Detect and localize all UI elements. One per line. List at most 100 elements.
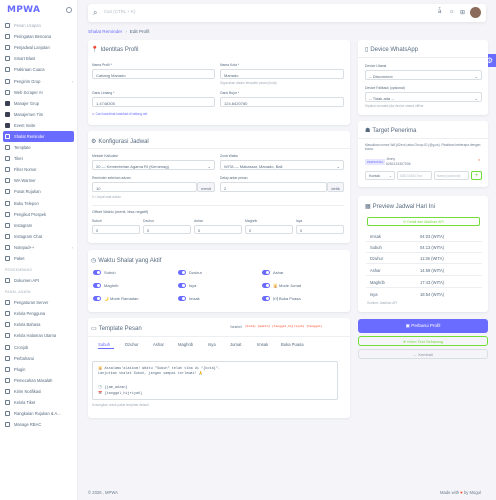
offset-input-subuh[interactable]: 0 [92,225,140,234]
tab-dzuhur[interactable]: Dzuhur [125,342,139,347]
toggle-isya[interactable] [178,283,186,288]
sidebar-item[interactable]: Pengaturan Server [0,297,77,308]
offset-input-maghrib[interactable]: 0 [245,225,293,234]
tab-isya[interactable]: Isya [208,342,216,347]
device-fallback-select[interactable]: -- Tidak ada -- ⌄ [365,92,482,102]
nama-profil-input[interactable]: Cabang Manado [92,69,215,79]
sidebar-item-label: Paket [14,256,25,262]
template-line-2: Lanjutkan shalat Subuh, jangan sampai te… [98,372,204,376]
sidebar-item[interactable]: Pusat Rujukan [0,186,77,197]
toggle-buka-puasa[interactable] [262,296,270,301]
sidebar-item[interactable]: Notepad++ › [0,242,77,253]
preview-divider [366,263,482,264]
shortcuts-icon[interactable]: ⊞ [460,9,465,16]
sidebar-item[interactable]: Rangkaian Rujukan & A... [0,408,77,419]
preview-time: 04:03 (WITA) [420,234,445,239]
sidebar-collapse-icon[interactable] [66,7,72,13]
bujur-input[interactable]: 124.8420780 [220,97,344,107]
sidebar-item[interactable]: Kelola Bahasa [0,319,77,330]
sidebar-item[interactable]: Buku Telepon [0,198,77,209]
sidebar-item[interactable]: WA Warmer [0,175,77,186]
tab-jumat[interactable]: Jumat [230,342,241,347]
toggle-dzuhur[interactable] [178,270,186,275]
sidebar-item[interactable]: Cronjob [0,342,77,353]
tab-imsak[interactable]: Imsak [257,342,268,347]
zona-select[interactable]: WITA — Makassar, Manado, Bali ⌄ [220,160,344,170]
app-logo[interactable]: MPWA [7,5,40,15]
sidebar-item[interactable]: Pesan Ucapan [0,20,77,31]
sidebar-item[interactable]: Web Scraper AI [0,87,77,98]
tab-ashar[interactable]: Ashar [153,342,164,347]
koordinat-link[interactable]: ⊙ Cari koordinat kota/kab di latlong.net [92,112,147,116]
offset-input-ashar[interactable]: 0 [194,225,242,234]
search-input[interactable]: Cari (CTRL + K) [104,9,135,14]
target-number-input[interactable]: 6282134307xxx [397,171,432,180]
toggle-mode-jumat[interactable] [262,283,270,288]
sidebar-item[interactable]: Paket [0,253,77,264]
sidebar-item[interactable]: Instagram [0,220,77,231]
sidebar-item[interactable]: Kirim Notifikasi [0,386,77,397]
sidebar-item[interactable]: Dokumen API [0,275,77,286]
target-type-select[interactable]: Kontak ⌄ [365,171,395,180]
translate-icon[interactable]: ǡ [438,9,441,15]
offset-input-isya[interactable]: 0 [296,225,344,234]
sidebar-item[interactable]: Prakiraan Cuaca [0,64,77,75]
sidebar-item[interactable]: Instagram Chat [0,231,77,242]
sidebar-item[interactable]: Tiket [0,153,77,164]
sidebar-item[interactable]: Kelola Tiket [0,397,77,408]
sidebar-item[interactable]: Smart Blast [0,53,77,64]
sidebar-item[interactable]: Plugin [0,364,77,375]
sidebar-item[interactable]: Template [0,142,77,153]
sidebar-item[interactable]: Event Invite [0,120,77,131]
sidebar-item[interactable]: Pengikut Prospek [0,209,77,220]
menu-icon [5,244,10,250]
toggle-maghrib[interactable] [93,283,101,288]
back-button[interactable]: ← Kembali [358,349,488,359]
sidebar-item[interactable]: Shalat Reminder [3,130,74,143]
target-name-input[interactable]: Nama (opsional) [434,171,469,180]
sidebar-item[interactable]: Perbaharui [0,353,77,364]
search-icon[interactable]: ⌕ [93,8,97,18]
lintang-input[interactable]: 1.4748305 [92,97,215,107]
sidebar-item[interactable]: Peringatan Bencana [0,31,77,42]
menu-icon [5,56,10,62]
toggle-ashar[interactable] [262,270,270,275]
sidebar-item[interactable]: Manajer Grup [0,98,77,109]
toggle-imsak[interactable] [178,296,186,301]
chevron-down-icon: ⌄ [388,174,392,179]
sidebar-item[interactable]: Penjadwal Lanjutan [0,42,77,53]
nama-kota-input[interactable]: Manado [220,69,344,79]
offset-input-dzuhur[interactable]: 0 [143,225,191,234]
remove-contact-icon[interactable]: × [478,158,480,162]
preview-detail-button[interactable]: ⟳ Detail dari Aladhan API [367,217,480,226]
sidebar-item-label: Kelola Bahasa [14,322,41,328]
sidebar-item[interactable]: Manage RBAC [0,419,77,430]
toggle-subuh[interactable] [93,270,101,275]
sidebar-item[interactable]: Kelola Halaman Utama [0,330,77,341]
heart-icon: ♥ [460,490,463,495]
tab-subuh[interactable]: Subuh [98,342,110,347]
metode-label: Metode Kalkulasi [92,154,118,158]
test-button[interactable]: ➤ Kirim Test Sekarang [358,336,488,346]
avatar[interactable] [470,7,481,18]
preview-divider [366,241,482,242]
breadcrumb-parent[interactable]: Shalat Reminder [88,29,122,34]
sidebar-item[interactable]: Pengirim Grup › [0,75,77,86]
delay-input[interactable]: 2 [220,182,327,192]
message-icon: ▭ [91,326,97,332]
add-target-button[interactable]: + [471,171,482,180]
sidebar-item[interactable]: Kelola Pengguna [0,308,77,319]
preview-time: 04:13 (WITA) [420,245,445,250]
template-textarea[interactable]: 🕌 Assalamu'alaikum! Waktu "Subuh" telah … [92,361,338,400]
tab-maghrib[interactable]: Maghrib [178,342,193,347]
theme-icon[interactable]: ☼ [449,9,455,15]
tab-buka-puasa[interactable]: Buka Puasa [281,342,304,347]
toggle-mode-ramadan[interactable] [93,296,101,301]
sidebar-item[interactable]: Pemecahan Masalah [0,375,77,386]
sidebar-item[interactable]: Manajemen Tim [0,109,77,120]
save-button[interactable]: ▣ Perbarui Profil [358,319,488,333]
sidebar-item[interactable]: Filter Nomor [0,164,77,175]
reminder-input[interactable]: 10 [92,182,197,192]
metode-select[interactable]: 20 — Kementerian Agama RI (Kemenag) ⌄ [92,160,215,170]
device-utama-select[interactable]: -- Disconnect ⌄ [365,70,482,80]
